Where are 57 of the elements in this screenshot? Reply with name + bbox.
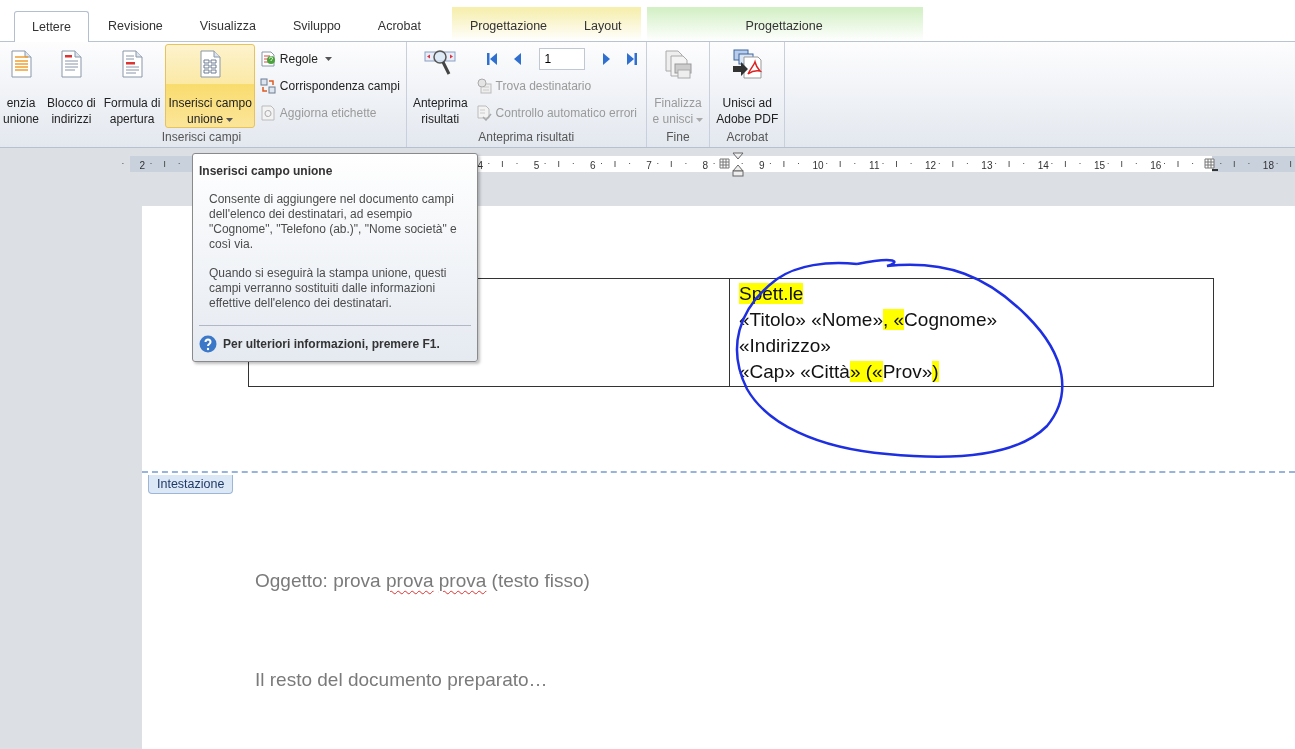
tooltip-title: Inserisci campo unione xyxy=(199,164,334,178)
ribbon-button[interactable]: Anteprima risultati xyxy=(409,44,471,128)
ruler-number: 7 xyxy=(646,159,652,171)
record-number-field[interactable]: 1 xyxy=(538,47,585,70)
ribbon-tab[interactable]: Acrobat xyxy=(359,11,439,41)
ribbon-button[interactable]: Formula di apertura xyxy=(100,44,164,128)
ruler-number: 11 xyxy=(869,159,880,171)
skip-end-icon xyxy=(625,51,638,66)
group-label: Inserisci campi xyxy=(160,129,243,146)
ribbon-tab[interactable]: Visualizza xyxy=(181,11,274,41)
body-paragraph: Il resto del documento preparato… xyxy=(255,669,549,691)
ruler-number: 10 xyxy=(812,159,824,171)
ribbon-tab[interactable]: Revisione xyxy=(89,11,181,41)
document-check-icon xyxy=(475,104,492,121)
ribbon-button[interactable]: Blocco di indirizzi xyxy=(44,44,99,128)
tooltip-text: Quando si eseguirà la stampa unione, questi campi verranno sostituiti dalle informazioni effettive dell'elenco dei destinatari. xyxy=(209,266,448,311)
caret-icon xyxy=(696,117,704,122)
ruler-number: 18 xyxy=(1262,159,1274,171)
ruler-number: 15 xyxy=(1093,159,1106,171)
ribbon-button[interactable]: Regole xyxy=(256,45,403,72)
tooltip-text: Consente di aggiungere nel documento campi dell'elenco dei destinatari, ad esempio "Cognome", "Telefono (ab.)", "Nome società" e così via. xyxy=(209,192,458,252)
ruler-number: 9 xyxy=(758,159,765,171)
caret-icon xyxy=(324,56,332,61)
ribbon-button[interactable]: Unisci ad Adobe PDF xyxy=(713,44,782,128)
ribbon-tab[interactable]: Lettere xyxy=(14,11,89,42)
ruler-number: 6 xyxy=(590,159,596,171)
header-label: Intestazione xyxy=(148,475,234,494)
caret-icon xyxy=(226,117,234,122)
ruler-number: 13 xyxy=(981,159,993,171)
ruler-number: 4 xyxy=(477,159,483,171)
ribbon-tab[interactable]: Progettazione xyxy=(451,11,566,41)
refresh-icon xyxy=(259,104,276,121)
body-paragraph: Oggetto: prova prova prova (testo fisso) xyxy=(255,570,591,592)
tooltip-help-text: Per ulteriori informazioni, premere F1. xyxy=(223,337,440,351)
help-icon xyxy=(199,335,217,353)
group-label: Fine xyxy=(665,129,691,146)
address-line: «Indirizzo» xyxy=(739,334,832,358)
ribbon-button[interactable]: enzia unione xyxy=(0,44,43,128)
skip-start-icon xyxy=(485,51,498,66)
ruler-number: 14 xyxy=(1037,159,1049,171)
ruler-number: 2 xyxy=(139,159,146,171)
indent-marker-icon xyxy=(732,152,744,177)
grid-arrows-icon xyxy=(259,77,276,94)
document-question-icon xyxy=(259,50,276,67)
ribbon-button[interactable]: Corrispondenza campi xyxy=(256,72,403,99)
ribbon-button[interactable]: Inserisci campo unione xyxy=(165,44,255,128)
ribbon-tab[interactable]: Sviluppo xyxy=(274,11,359,41)
ribbon-tab[interactable]: Layout xyxy=(566,11,640,41)
group-label: Acrobat xyxy=(725,129,769,146)
pdf-document-icon xyxy=(731,48,764,80)
ruler-number: 8 xyxy=(702,159,709,171)
ruler-number: 5 xyxy=(533,159,540,171)
group-label: Anteprima risultati xyxy=(477,129,576,146)
ruler-number: 12 xyxy=(925,159,937,171)
ribbon-tab[interactable]: Progettazione xyxy=(646,11,922,41)
magnifier-icon xyxy=(475,77,492,94)
ruler-number: 16 xyxy=(1150,159,1162,171)
